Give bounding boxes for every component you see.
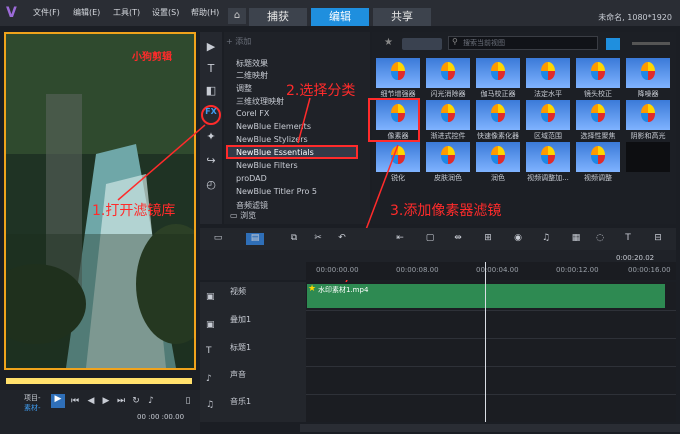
track-name[interactable]: 标题1 <box>230 342 251 353</box>
storyboard-view-icon[interactable]: ▭ <box>212 233 224 245</box>
timeline-view-icon[interactable]: ▤ <box>246 233 264 245</box>
clip-star-icon: ★ <box>308 284 317 294</box>
track-divider <box>306 366 676 367</box>
track-name[interactable]: 音乐1 <box>230 396 251 407</box>
track-divider <box>306 310 676 311</box>
track-name[interactable]: 叠加1 <box>230 314 251 325</box>
tools-icon[interactable]: ✂ <box>312 233 324 245</box>
split-icon[interactable]: ⇹ <box>452 233 464 245</box>
track-name[interactable]: 声音 <box>230 369 246 380</box>
copy-icon[interactable]: ⧉ <box>288 233 300 245</box>
track-divider <box>306 338 676 339</box>
track-name[interactable]: 视频 <box>230 286 246 297</box>
undo-icon[interactable]: ↶ <box>336 233 348 245</box>
video-track-icon: ▣ <box>206 292 215 302</box>
chapter-icon[interactable]: ▦ <box>570 233 582 245</box>
overlay-track-icon: ▣ <box>206 320 215 330</box>
ruler-label: 00:00:16.00 <box>628 266 671 274</box>
audio-mix-icon[interactable]: ♫ <box>540 233 552 245</box>
title-track-icon: T <box>206 346 212 356</box>
ruler-label: 00:00:12.00 <box>556 266 599 274</box>
timeline-scrollbar[interactable] <box>300 424 680 432</box>
voice-track-icon: ♪ <box>206 374 212 384</box>
timeline-timecode[interactable]: 0:00:20.02 <box>616 254 654 262</box>
crop-icon[interactable]: ▢ <box>424 233 436 245</box>
title-tool-icon[interactable]: T <box>622 233 634 245</box>
clip-name: 水印素材1.mp4 <box>318 286 369 294</box>
subtitle-icon[interactable]: ◌ <box>594 233 606 245</box>
track-headers <box>200 282 306 422</box>
color-icon[interactable]: ◉ <box>512 233 524 245</box>
ruler-label: 00:00:08.00 <box>396 266 439 274</box>
music-track-icon: ♫ <box>206 400 215 410</box>
grid-icon[interactable]: ⊟ <box>652 233 664 245</box>
track-divider <box>306 394 676 395</box>
playhead[interactable] <box>485 262 486 422</box>
ruler-label: 00:00:04.00 <box>476 266 519 274</box>
track-icon[interactable]: ⊞ <box>482 233 494 245</box>
fit-icon[interactable]: ⇤ <box>394 233 406 245</box>
ruler-label: 00:00:00.00 <box>316 266 359 274</box>
